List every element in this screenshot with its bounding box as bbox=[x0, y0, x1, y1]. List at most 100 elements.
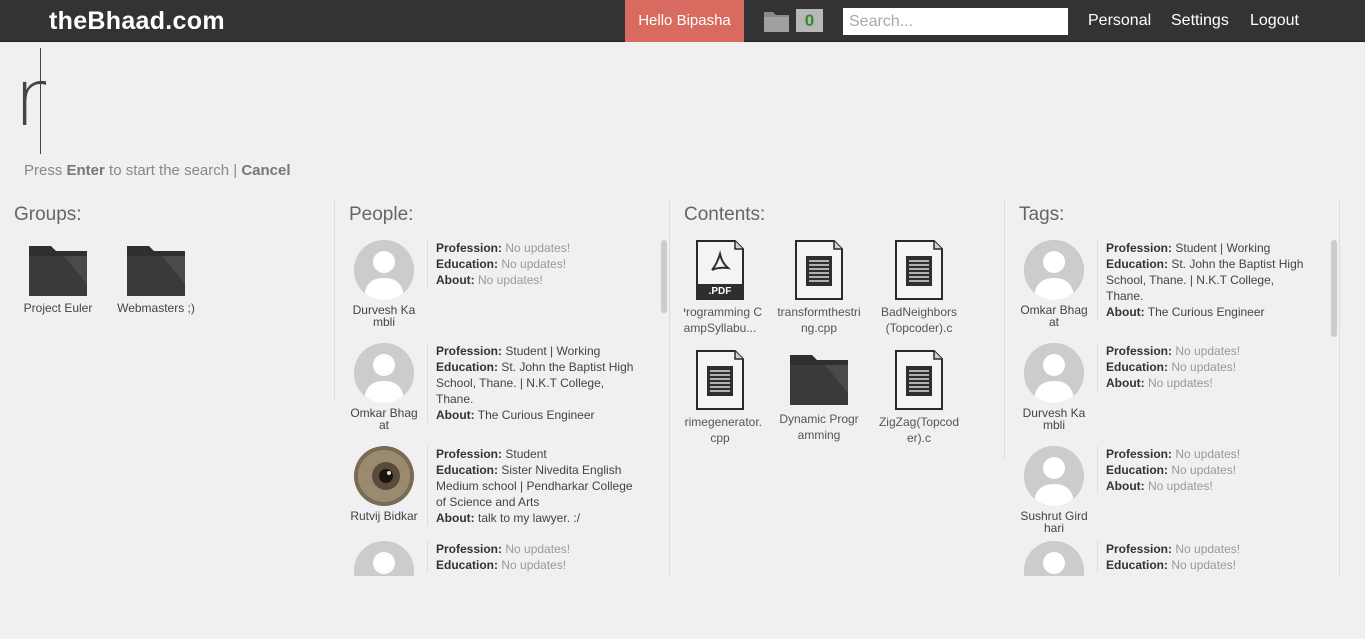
column-divider bbox=[669, 200, 670, 576]
person-card[interactable]: Rutvij Bidkar Profession: Student Educatio… bbox=[349, 446, 649, 546]
about-value: No updates! bbox=[478, 273, 543, 287]
document-icon bbox=[876, 350, 962, 410]
person-card[interactable]: Durvesh Kambli Profession: No updates! Edu… bbox=[349, 240, 649, 340]
education-value: No updates! bbox=[501, 558, 567, 572]
person-name[interactable]: Durvesh Kambli bbox=[1019, 407, 1089, 431]
education-value: No updates! bbox=[501, 257, 567, 271]
avatar[interactable] bbox=[354, 446, 414, 506]
person-info: Profession: Student Education: Sister Niv… bbox=[427, 446, 637, 526]
profession-label: Profession: bbox=[436, 542, 503, 556]
column-divider bbox=[334, 200, 335, 400]
folder-icon bbox=[29, 246, 87, 296]
person-card[interactable]: Profession: No updates! Education: No upd… bbox=[1019, 541, 1319, 576]
person-card[interactable]: Omkar Bhagat Profession: Student | Workin… bbox=[1019, 240, 1319, 340]
education-label: Education: bbox=[1106, 360, 1168, 374]
folder-icon[interactable] bbox=[763, 9, 790, 33]
document-icon bbox=[684, 350, 763, 410]
education-label: Education: bbox=[436, 558, 498, 572]
about-label: About: bbox=[1106, 305, 1145, 319]
content-item[interactable]: .PDF Programming CampSyllabu... bbox=[684, 240, 763, 336]
folder-icon bbox=[776, 353, 862, 407]
about-value: No updates! bbox=[1148, 376, 1213, 390]
avatar[interactable] bbox=[354, 541, 414, 576]
content-name: Programming CampSyllabu... bbox=[684, 305, 763, 335]
people-title: People: bbox=[349, 204, 414, 225]
profession-value: No updates! bbox=[1175, 542, 1241, 556]
person-info: Profession: Student | Working Education: … bbox=[427, 343, 637, 423]
profession-label: Profession: bbox=[1106, 344, 1173, 358]
search-input[interactable] bbox=[843, 8, 1068, 35]
group-item[interactable]: Project Euler bbox=[18, 244, 98, 315]
person-info: Profession: No updates! Education: No upd… bbox=[427, 541, 637, 573]
content-item[interactable]: Dynamic Programming bbox=[776, 350, 862, 443]
search-query-text[interactable]: r bbox=[14, 60, 46, 138]
content-name: primegenerator.cpp bbox=[684, 415, 763, 445]
content-name: ZigZag(Topcoder).c bbox=[878, 415, 960, 445]
folder-count-badge[interactable]: 0 bbox=[796, 9, 823, 32]
profession-value: Student bbox=[505, 447, 547, 461]
person-info: Profession: No updates! Education: No upd… bbox=[1097, 343, 1307, 391]
person-info: Profession: No updates! Education: No upd… bbox=[427, 240, 637, 288]
avatar[interactable] bbox=[354, 240, 414, 300]
education-value: No updates! bbox=[1171, 558, 1237, 572]
cancel-link[interactable]: Cancel bbox=[241, 162, 290, 179]
text-caret bbox=[40, 48, 41, 154]
avatar[interactable] bbox=[354, 343, 414, 403]
top-navbar: theBhaad.com Hello Bipasha 0 Personal Se… bbox=[0, 0, 1365, 42]
contents-title: Contents: bbox=[684, 204, 766, 225]
person-name[interactable]: Omkar Bhagat bbox=[1019, 304, 1089, 328]
person-name[interactable]: Rutvij Bidkar bbox=[349, 510, 419, 522]
greeting-button[interactable]: Hello Bipasha bbox=[625, 0, 744, 42]
about-value: The Curious Engineer bbox=[1147, 305, 1265, 319]
tags-scrollbar[interactable] bbox=[1331, 240, 1337, 337]
content-item[interactable]: ZigZag(Topcoder).c bbox=[876, 350, 962, 446]
person-name[interactable]: Durvesh Kambli bbox=[349, 304, 419, 328]
nav-settings[interactable]: Settings bbox=[1171, 12, 1229, 30]
content-item[interactable]: transformthestring.cpp bbox=[776, 240, 862, 336]
groups-title: Groups: bbox=[14, 204, 82, 225]
group-name: Project Euler bbox=[23, 301, 93, 315]
about-label: About: bbox=[436, 273, 475, 287]
profession-value: No updates! bbox=[1175, 344, 1241, 358]
people-scrollbar[interactable] bbox=[661, 240, 667, 313]
hint-text: Press bbox=[24, 162, 67, 179]
profession-value: No updates! bbox=[505, 241, 571, 255]
hint-text: to start the search | bbox=[104, 162, 242, 179]
person-card[interactable]: Profession: No updates! Education: No upd… bbox=[349, 541, 649, 576]
nav-personal[interactable]: Personal bbox=[1088, 12, 1151, 30]
person-card[interactable]: Sushrut Girdhari Profession: No updates! E… bbox=[1019, 446, 1319, 546]
avatar[interactable] bbox=[1024, 240, 1084, 300]
content-item[interactable]: BadNeighbors(Topcoder).c bbox=[876, 240, 962, 336]
tags-column: Tags: Omkar Bhagat Profession: Student | … bbox=[1019, 200, 1339, 576]
avatar[interactable] bbox=[1024, 446, 1084, 506]
group-name: Webmasters ;) bbox=[117, 301, 195, 315]
about-label: About: bbox=[436, 408, 475, 422]
education-label: Education: bbox=[436, 360, 498, 374]
group-item[interactable]: Webmasters ;) bbox=[116, 244, 196, 315]
education-label: Education: bbox=[1106, 463, 1168, 477]
nav-logout[interactable]: Logout bbox=[1250, 12, 1299, 30]
content-item[interactable]: primegenerator.cpp bbox=[684, 350, 763, 446]
person-info: Profession: No updates! Education: No upd… bbox=[1097, 446, 1307, 494]
person-name[interactable]: Sushrut Girdhari bbox=[1019, 510, 1089, 534]
avatar[interactable] bbox=[1024, 541, 1084, 576]
column-divider bbox=[1004, 200, 1005, 460]
site-logo[interactable]: theBhaad.com bbox=[49, 7, 225, 36]
person-name[interactable]: Omkar Bhagat bbox=[349, 407, 419, 431]
people-column: People: Durvesh Kambli Profession: No upd… bbox=[349, 200, 669, 576]
search-hint: Press Enter to start the search | Cancel bbox=[24, 162, 291, 179]
person-info: Profession: Student | Working Education: … bbox=[1097, 240, 1307, 320]
contents-column: Contents: .PDF Programming CampSyllabu...… bbox=[684, 200, 1004, 576]
content-name: transformthestring.cpp bbox=[777, 305, 861, 335]
document-icon bbox=[876, 240, 962, 300]
pdf-icon: .PDF bbox=[684, 240, 763, 300]
profession-label: Profession: bbox=[436, 344, 503, 358]
about-label: About: bbox=[436, 511, 475, 525]
tags-title: Tags: bbox=[1019, 204, 1065, 225]
profession-value: Student | Working bbox=[1175, 241, 1271, 255]
about-value: The Curious Engineer bbox=[477, 408, 595, 422]
about-label: About: bbox=[1106, 376, 1145, 390]
person-card[interactable]: Durvesh Kambli Profession: No updates! Edu… bbox=[1019, 343, 1319, 443]
person-card[interactable]: Omkar Bhagat Profession: Student | Workin… bbox=[349, 343, 649, 443]
avatar[interactable] bbox=[1024, 343, 1084, 403]
